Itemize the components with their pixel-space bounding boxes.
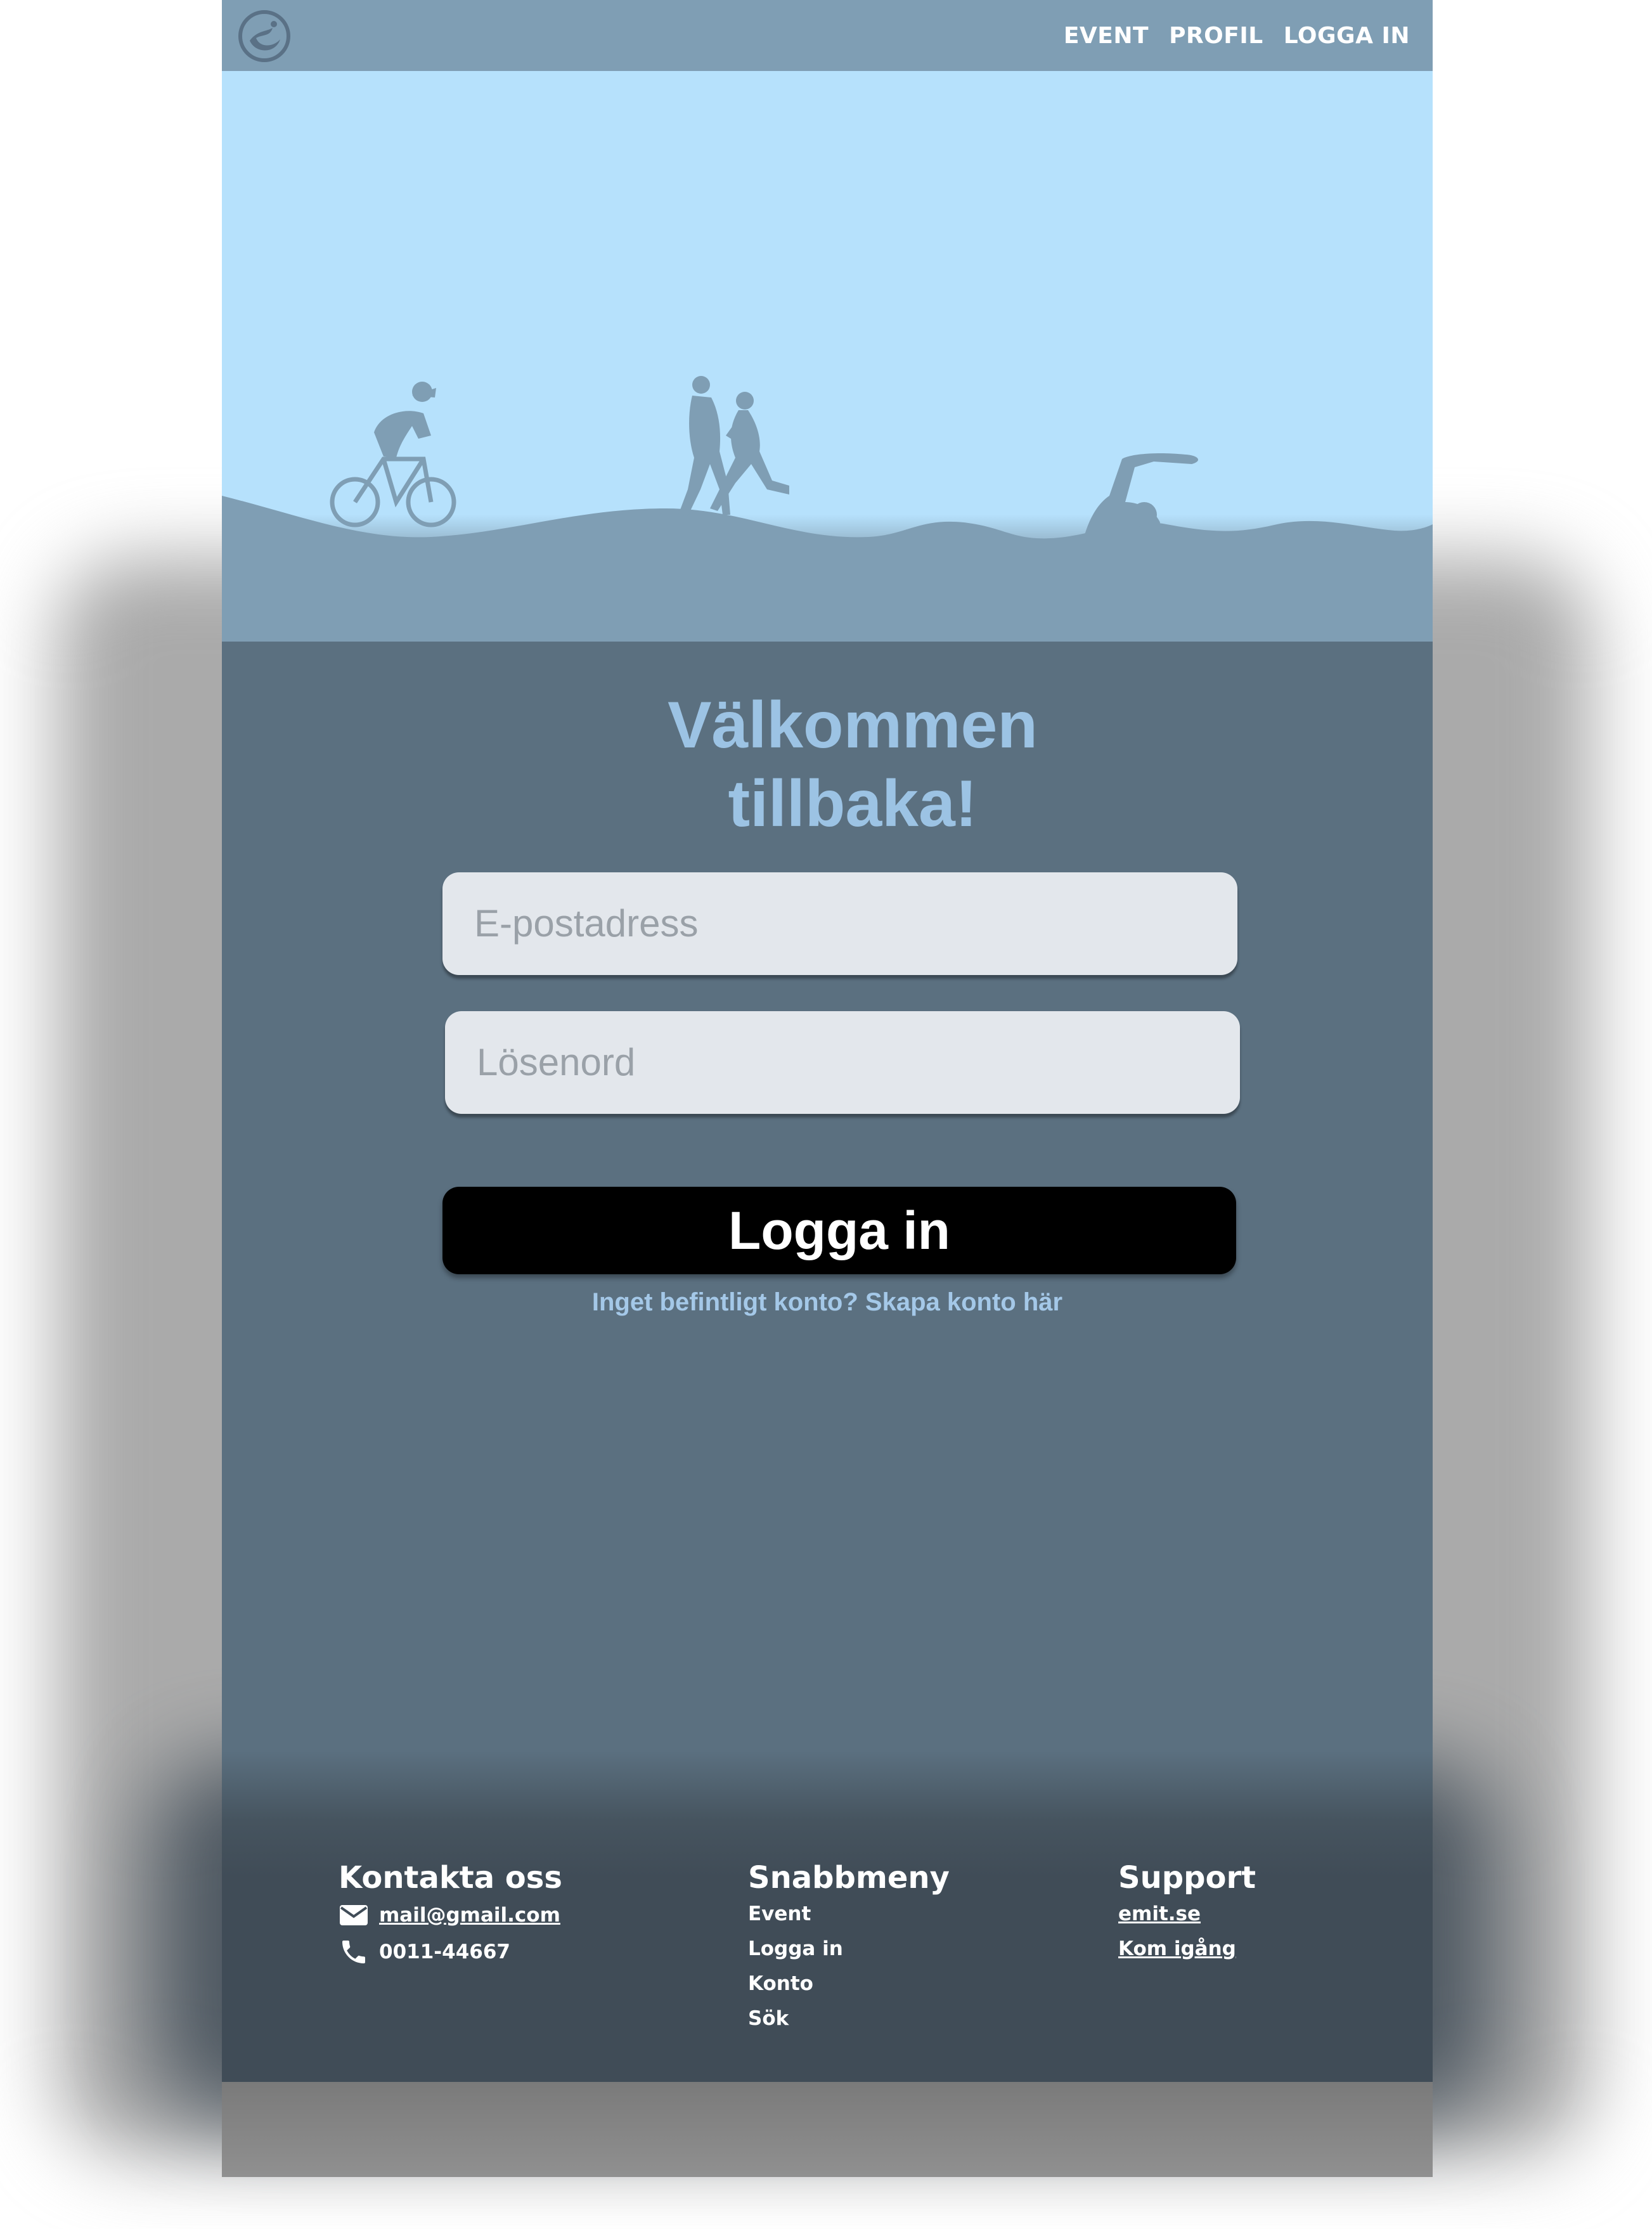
cyclist-icon [330, 382, 456, 527]
footer-support-heading: Support [1118, 1860, 1256, 1896]
runners-icon [678, 376, 789, 516]
contact-email-link[interactable]: mail@gmail.com [379, 1898, 560, 1933]
contact-phone-row: 0011-44667 [339, 1934, 562, 1970]
logo-icon[interactable] [237, 9, 292, 63]
footer-quickmenu-heading: Snabbmeny [748, 1860, 950, 1896]
app-frame: EVENT PROFIL LOGGA IN Välkommen tillbaka… [222, 0, 1433, 2177]
swimmer-icon [1084, 453, 1199, 537]
nav-links: EVENT PROFIL LOGGA IN [1064, 0, 1410, 71]
welcome-title: Välkommen tillbaka! [222, 686, 1433, 843]
email-input[interactable]: E-postadress [442, 872, 1237, 975]
quickmenu-event[interactable]: Event [748, 1897, 950, 1932]
footer-support: Support emit.se Kom igång [1118, 1859, 1256, 1967]
bottom-strip [222, 2082, 1433, 2177]
phone-icon [342, 1941, 365, 1963]
hero-banner [222, 71, 1433, 642]
quickmenu-sok[interactable]: Sök [748, 2001, 950, 2036]
hero-illustration [222, 376, 1433, 642]
nav-logga-in[interactable]: LOGGA IN [1284, 23, 1410, 49]
footer-quickmenu: Snabbmeny Event Logga in Konto Sök [748, 1859, 950, 2036]
top-navbar: EVENT PROFIL LOGGA IN [222, 0, 1433, 71]
support-kom-igang-link[interactable]: Kom igång [1118, 1932, 1256, 1967]
welcome-title-line2: tillbaka! [728, 767, 978, 841]
create-account-link[interactable]: Inget befintligt konto? Skapa konto här [222, 1288, 1433, 1317]
footer: Kontakta oss mail@gmail.com 0011-44667 S… [222, 1751, 1433, 2082]
password-input[interactable]: Lösenord [445, 1011, 1240, 1114]
contact-email-row: mail@gmail.com [339, 1897, 562, 1934]
login-button[interactable]: Logga in [442, 1187, 1236, 1274]
login-section: Välkommen tillbaka! E-postadress Lösenor… [222, 642, 1433, 1751]
contact-phone: 0011-44667 [379, 1940, 510, 1963]
footer-contact: Kontakta oss mail@gmail.com 0011-44667 [339, 1859, 562, 1970]
support-emit-link[interactable]: emit.se [1118, 1897, 1256, 1932]
nav-profil[interactable]: PROFIL [1169, 23, 1263, 49]
welcome-title-line1: Välkommen [668, 688, 1038, 762]
quickmenu-logga-in[interactable]: Logga in [748, 1932, 950, 1967]
quickmenu-konto[interactable]: Konto [748, 1967, 950, 2001]
footer-contact-heading: Kontakta oss [339, 1860, 562, 1896]
nav-event[interactable]: EVENT [1064, 23, 1149, 49]
mail-icon [340, 1905, 368, 1925]
